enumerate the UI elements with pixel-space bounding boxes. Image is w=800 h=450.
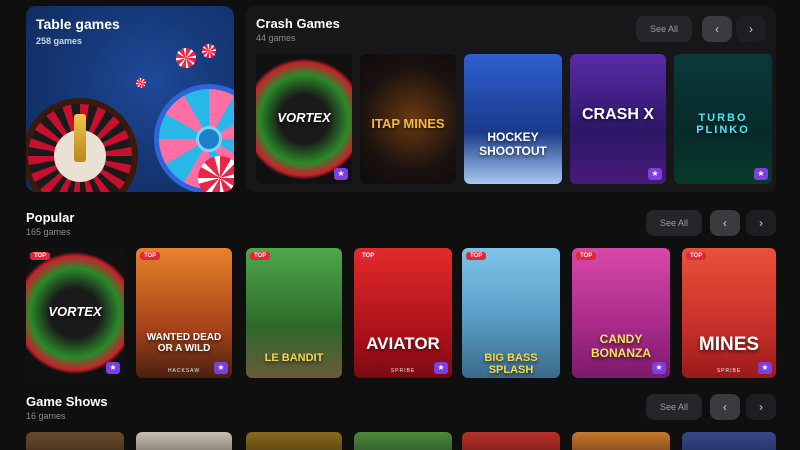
top-badge: TOP xyxy=(30,252,51,260)
crash-games-count: 44 games xyxy=(256,33,296,43)
chip-decor xyxy=(202,44,216,58)
game-tile-aviator[interactable]: TOP AVIATOR SPRIBE ★ xyxy=(354,248,452,378)
chevron-left-icon[interactable]: ‹ xyxy=(702,16,732,42)
game-show-tile[interactable] xyxy=(682,432,776,450)
game-tile-vortex[interactable]: VORTEX ★ xyxy=(256,54,352,184)
game-tile-hockey-shootout[interactable]: HOCKEY SHOOTOUT xyxy=(464,54,562,184)
top-badge: TOP xyxy=(358,252,379,260)
roulette-spindle xyxy=(74,114,86,162)
game-tile-wanted-dead[interactable]: TOP WANTED DEAD OR A WILD HACKSAW ★ xyxy=(136,248,232,378)
chevron-right-icon[interactable]: › xyxy=(736,16,766,42)
game-show-tile[interactable] xyxy=(354,432,452,450)
game-show-tile[interactable] xyxy=(136,432,232,450)
game-tile-mines[interactable]: TOP MINES SPRIBE ★ xyxy=(682,248,776,378)
casino-lobby: Table games 258 games Crash Games 44 gam… xyxy=(0,0,800,450)
game-show-tile[interactable] xyxy=(26,432,124,450)
chevron-left-icon[interactable]: ‹ xyxy=(710,210,740,236)
game-title: BIG BASS SPLASH xyxy=(484,352,538,376)
top-badge: TOP xyxy=(250,252,271,260)
popular-title: Popular xyxy=(26,210,75,225)
game-show-tile[interactable] xyxy=(462,432,560,450)
game-show-tile[interactable] xyxy=(572,432,670,450)
game-shows-count: 16 games xyxy=(26,411,66,421)
popular-count: 165 games xyxy=(26,227,71,237)
chevron-right-icon[interactable]: › xyxy=(746,210,776,236)
game-tile-le-bandit[interactable]: TOP LE BANDIT xyxy=(246,248,342,378)
top-badge: TOP xyxy=(576,252,597,260)
game-tile-crash-x[interactable]: CRASH X ★ xyxy=(570,54,666,184)
crash-see-all-button[interactable]: See All xyxy=(636,16,693,42)
chevron-right-icon[interactable]: › xyxy=(746,394,776,420)
game-title: CANDY BONANZA xyxy=(591,332,651,360)
game-title: WANTED DEAD OR A WILD xyxy=(146,332,222,354)
game-title: LE BANDIT xyxy=(264,352,324,364)
top-badge: TOP xyxy=(140,252,161,260)
top-badge: TOP xyxy=(686,252,707,260)
game-title: CRASH X xyxy=(581,106,654,123)
top-badge: TOP xyxy=(466,252,487,260)
chip-decor xyxy=(136,78,146,88)
chevron-left-icon[interactable]: ‹ xyxy=(710,394,740,420)
game-show-tile[interactable] xyxy=(246,432,342,450)
game-tile-candy-bonanza[interactable]: TOP CANDY BONANZA ★ xyxy=(572,248,670,378)
game-tile-turbo-plinko[interactable]: TURBO PLINKO ★ xyxy=(674,54,772,184)
crash-games-title: Crash Games xyxy=(256,16,340,31)
game-title: TURBO PLINKO xyxy=(696,112,750,136)
trophy-icon: ★ xyxy=(648,168,662,180)
game-shows-title: Game Shows xyxy=(26,394,108,409)
trophy-icon: ★ xyxy=(214,362,228,374)
game-title: ITAP MINES xyxy=(371,116,445,131)
game-tile-big-bass[interactable]: TOP BIG BASS SPLASH xyxy=(462,248,560,378)
game-title: MINES xyxy=(698,334,760,355)
trophy-icon: ★ xyxy=(758,362,772,374)
roulette-wheel-image xyxy=(26,98,138,192)
trophy-icon: ★ xyxy=(754,168,768,180)
game-title: HOCKEY SHOOTOUT xyxy=(479,130,547,158)
trophy-icon: ★ xyxy=(334,168,348,180)
game-tile-vortex-popular[interactable]: TOP VORTEX ★ xyxy=(26,248,124,378)
game-title: VORTEX xyxy=(277,110,331,125)
chip-decor xyxy=(176,48,196,68)
game-title: AVIATOR xyxy=(366,334,440,353)
prize-wheel-hub xyxy=(196,126,222,152)
trophy-icon: ★ xyxy=(106,362,120,374)
table-games-title: Table games xyxy=(36,16,120,32)
table-games-card[interactable]: Table games 258 games xyxy=(26,6,234,192)
popular-see-all-button[interactable]: See All xyxy=(646,210,703,236)
game-title: VORTEX xyxy=(48,304,102,319)
game-tile-itap-mines[interactable]: ITAP MINES xyxy=(360,54,456,184)
trophy-icon: ★ xyxy=(652,362,666,374)
game-shows-see-all-button[interactable]: See All xyxy=(646,394,703,420)
trophy-icon: ★ xyxy=(434,362,448,374)
table-games-count: 258 games xyxy=(36,36,83,46)
